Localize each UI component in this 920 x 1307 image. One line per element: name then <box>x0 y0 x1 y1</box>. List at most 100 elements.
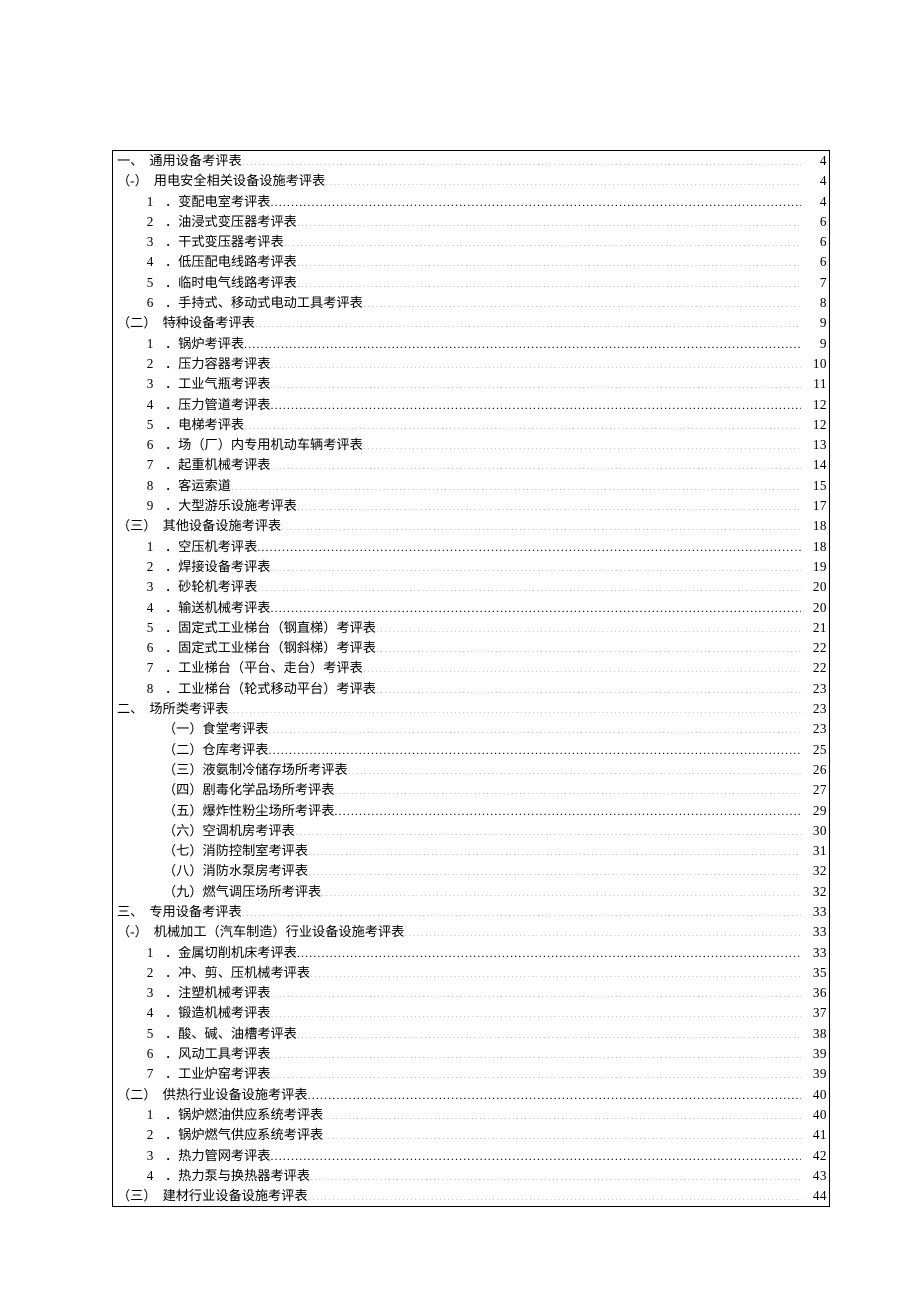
toc-title: ．注塑机械考评表 <box>165 983 271 1003</box>
toc-page-number: 25 <box>801 740 829 760</box>
toc-entry: （-）用电安全相关设备设施考评表4 <box>113 171 829 191</box>
toc-entry: 4．压力管道考评表12 <box>113 395 829 415</box>
toc-entry: 9．大型游乐设施考评表17 <box>113 496 829 516</box>
toc-number: 3 <box>141 577 165 597</box>
toc-page-number: 12 <box>801 415 829 435</box>
toc-title: ．大型游乐设施考评表 <box>165 496 297 516</box>
toc-page-number: 19 <box>801 557 829 577</box>
toc-title: 特种设备考评表 <box>163 313 255 333</box>
toc-number: 1 <box>141 1105 165 1125</box>
toc-entry: 4．锻造机械考评表37 <box>113 1003 829 1023</box>
toc-number: 2 <box>141 354 165 374</box>
toc-page-number: 43 <box>801 1166 829 1186</box>
toc-title: ．手持式、移动式电动工具考评表 <box>165 293 363 313</box>
toc-entry: 3．注塑机械考评表36 <box>113 983 829 1003</box>
toc-title: ．干式变压器考评表 <box>165 232 284 252</box>
toc-leader-dots <box>257 578 801 591</box>
toc-page-number: 18 <box>801 537 829 557</box>
toc-number: 7 <box>141 658 165 678</box>
toc-leader-dots <box>308 842 801 855</box>
toc-entry: （六）空调机房考评表30 <box>113 821 829 841</box>
toc-entry: 1．锅炉考评表9 <box>113 334 829 354</box>
toc-entry: 3．砂轮机考评表20 <box>113 577 829 597</box>
toc-leader-dots <box>308 1085 801 1098</box>
toc-number: （三） <box>117 1186 163 1206</box>
toc-title: ．风动工具考评表 <box>165 1044 271 1064</box>
toc-title: ．金属切削机床考评表 <box>165 943 297 963</box>
toc-leader-dots <box>295 822 801 835</box>
toc-leader-dots <box>271 558 802 571</box>
toc-title: 建材行业设备设施考评表 <box>163 1186 308 1206</box>
toc-title: ．酸、碱、油槽考评表 <box>165 1024 297 1044</box>
toc-title: 专用设备考评表 <box>149 902 241 922</box>
toc-leader-dots <box>376 680 801 693</box>
toc-number: 6 <box>141 293 165 313</box>
toc-entry: （三）液氨制冷储存场所考评表26 <box>113 760 829 780</box>
toc-title: ．压力容器考评表 <box>165 354 271 374</box>
toc-page-number: 39 <box>801 1064 829 1084</box>
toc-page-number: 20 <box>801 577 829 597</box>
toc-entry: 二、场所类考评表23 <box>113 699 829 719</box>
toc-entry: 4．输送机械考评表20 <box>113 598 829 618</box>
toc-title: （七）消防控制室考评表 <box>163 841 308 861</box>
toc-entry: （八）消防水泵房考评表32 <box>113 861 829 881</box>
toc-page-number: 36 <box>801 983 829 1003</box>
toc-page-number: 11 <box>801 374 829 394</box>
toc-leader-dots <box>297 1025 801 1038</box>
toc-page-number: 33 <box>801 943 829 963</box>
toc-leader-dots <box>321 883 801 896</box>
toc-title: （二）仓库考评表 <box>163 740 269 760</box>
toc-title: ．起重机械考评表 <box>165 455 271 475</box>
toc-number: 3 <box>141 374 165 394</box>
toc-page-number: 22 <box>801 638 829 658</box>
toc-number: 5 <box>141 1024 165 1044</box>
toc-page-number: 15 <box>801 476 829 496</box>
toc-leader-dots <box>363 294 801 307</box>
toc-entry: 2．锅炉燃气供应系统考评表 41 <box>113 1125 829 1145</box>
toc-title: ．输送机械考评表 <box>165 598 271 618</box>
toc-number: （二） <box>117 1085 163 1105</box>
toc-title: （九）燃气调压场所考评表 <box>163 882 321 902</box>
toc-entry: 三、专用设备考评表33 <box>113 902 829 922</box>
toc-number: 7 <box>141 455 165 475</box>
toc-title: （四）剧毒化学品场所考评表 <box>163 780 334 800</box>
toc-number: 1 <box>141 334 165 354</box>
toc-entry: 1．金属切削机床考评表33 <box>113 943 829 963</box>
toc-page-number: 23 <box>801 699 829 719</box>
toc-page-number: 41 <box>801 1125 829 1145</box>
toc-entry: 2．压力容器考评表10 <box>113 354 829 374</box>
toc-page-number: 40 <box>801 1085 829 1105</box>
toc-entry: 4．低压配电线路考评表6 <box>113 252 829 272</box>
toc-page-number: 18 <box>801 516 829 536</box>
toc-number: 4 <box>141 1166 165 1186</box>
toc-page-number: 14 <box>801 455 829 475</box>
toc-leader-dots <box>271 375 802 388</box>
toc-number: 2 <box>141 1125 165 1145</box>
toc-leader-dots <box>348 761 801 774</box>
toc-page-number: 37 <box>801 1003 829 1023</box>
toc-title: 机械加工（汽车制造）行业设备设施考评表 <box>154 922 405 942</box>
toc-page-number: 7 <box>801 273 829 293</box>
toc-title: 场所类考评表 <box>149 699 228 719</box>
toc-number: 6 <box>141 638 165 658</box>
toc-title: （一）食堂考评表 <box>163 719 269 739</box>
toc-leader-dots <box>255 314 801 327</box>
toc-page-number: 13 <box>801 435 829 455</box>
toc-leader-dots <box>297 943 801 956</box>
toc-leader-dots <box>297 213 801 226</box>
toc-title: ．锅炉燃气供应系统考评表 <box>165 1125 323 1145</box>
toc-number: 5 <box>141 618 165 638</box>
toc-entry: 5．电梯考评表12 <box>113 415 829 435</box>
toc-entry: 4．热力泵与换热器考评表43 <box>113 1166 829 1186</box>
toc-leader-dots <box>269 720 802 733</box>
toc-entry: 7．工业炉窑考评表39 <box>113 1064 829 1084</box>
toc-entry: 3．工业气瓶考评表11 <box>113 374 829 394</box>
toc-number: 3 <box>141 232 165 252</box>
toc-leader-dots <box>284 233 801 246</box>
toc-page-number: 23 <box>801 679 829 699</box>
toc-leader-dots <box>244 416 801 429</box>
toc-number: 7 <box>141 1064 165 1084</box>
toc-number: 9 <box>141 496 165 516</box>
toc-title: ．客运索道 <box>165 476 231 496</box>
toc-title: 供热行业设备设施考评表 <box>163 1085 308 1105</box>
